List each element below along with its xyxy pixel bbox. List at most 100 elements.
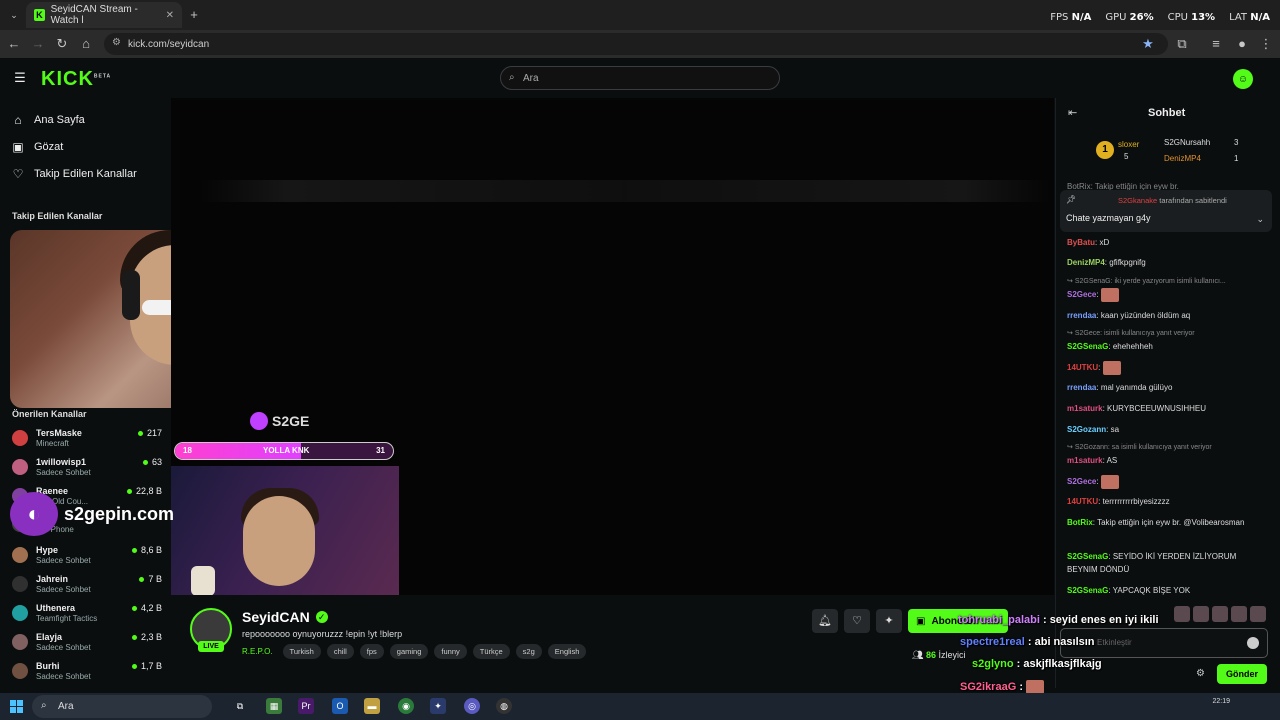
back-icon[interactable]: ← xyxy=(6,36,22,52)
media-icon[interactable]: ≡ xyxy=(1208,36,1224,52)
new-tab-icon[interactable]: + xyxy=(186,7,202,23)
chat-username[interactable]: 14UTKU xyxy=(1067,497,1098,506)
emote-icon[interactable] xyxy=(1250,606,1266,622)
stream-tag[interactable]: funny xyxy=(434,644,467,659)
address-bar[interactable]: ⚙ kick.com/seyidcan xyxy=(104,33,1168,55)
chat-message[interactable]: S2Gece: xyxy=(1067,288,1267,302)
chat-username[interactable]: S2Gece xyxy=(1067,477,1096,486)
explorer-icon[interactable]: ▬ xyxy=(364,698,380,714)
user-avatar[interactable]: ☺ xyxy=(1233,69,1253,89)
pinned-message[interactable]: 📌︎ S2Gkanake tarafından sabitlendi Chate… xyxy=(1060,190,1272,232)
emote-icon[interactable] xyxy=(1231,606,1247,622)
store-icon[interactable]: ▦ xyxy=(266,698,282,714)
forward-icon[interactable]: → xyxy=(30,36,46,52)
stream-tag[interactable]: chill xyxy=(326,644,354,659)
chat-username[interactable]: BotRix xyxy=(1067,518,1093,527)
extensions-icon[interactable]: ⧉ xyxy=(1174,36,1190,52)
profile-icon[interactable]: ● xyxy=(1234,36,1250,52)
chat-message[interactable]: DenizMP4: gfifkpgnifg xyxy=(1067,256,1267,269)
chat-username[interactable]: S2Gozann xyxy=(1067,425,1106,434)
emote-icon[interactable] xyxy=(1174,606,1190,622)
emote-icon[interactable] xyxy=(1193,606,1209,622)
chat-message[interactable]: S2Gozann: sa xyxy=(1067,423,1267,436)
chat-username[interactable]: S2GSenaG xyxy=(1067,342,1108,351)
browser-menu-icon[interactable]: ⋮ xyxy=(1258,36,1274,52)
sidebar-channel[interactable]: Hype Sadece Sohbet 8,6 B xyxy=(12,543,162,569)
chat-message[interactable]: 14UTKU: terrrrrrrrrbiyesizzzz xyxy=(1067,495,1267,508)
tab-menu-icon[interactable]: ⌄ xyxy=(6,7,22,23)
app-icon[interactable]: ✦ xyxy=(430,698,446,714)
chat-message[interactable]: S2GSenaG: ehehehheh xyxy=(1067,340,1267,353)
notification-bell-button[interactable]: 🔔︎ xyxy=(812,609,838,633)
game-link[interactable]: R.E.P.O. xyxy=(242,647,273,656)
chat-username[interactable]: DenizMP4 xyxy=(1067,258,1105,267)
collapse-chat-icon[interactable]: ⇤ xyxy=(1068,106,1077,119)
chevron-down-icon[interactable]: ⌄ xyxy=(1256,214,1264,225)
stream-tag[interactable]: Turkish xyxy=(282,644,321,659)
sidebar-channel[interactable]: Burhi Sadece Sohbet 1,7 B xyxy=(12,659,162,685)
chrome-icon[interactable]: ◉ xyxy=(398,698,414,714)
taskbar-search[interactable]: ⌕ Ara xyxy=(32,695,212,718)
chat-username[interactable]: S2GSenaG xyxy=(1067,586,1108,595)
send-button[interactable]: Gönder xyxy=(1217,664,1267,684)
chat-message[interactable]: ByBatu: xD xyxy=(1067,236,1267,249)
chat-username[interactable]: S2Gece xyxy=(1067,290,1096,299)
chat-message[interactable]: S2GSenaG: YAPCAQK BİŞE YOK xyxy=(1067,584,1267,597)
chat-username[interactable]: S2GSenaG xyxy=(1067,552,1108,561)
chat-message[interactable]: 14UTKU: xyxy=(1067,361,1267,375)
sidebar-channel[interactable]: Elayja Sadece Sohbet 2,3 B xyxy=(12,630,162,656)
stream-tag[interactable]: s2g xyxy=(515,644,542,659)
emote-icon[interactable] xyxy=(1212,606,1228,622)
channel-category: Sadece Sohbet xyxy=(36,585,91,594)
obs-icon[interactable]: ◍ xyxy=(496,698,512,714)
sidebar-item-home[interactable]: ⌂ Ana Sayfa xyxy=(12,113,84,127)
sidebar-channel[interactable]: TersMaske Minecraft 217 xyxy=(12,426,162,452)
hamburger-menu-icon[interactable]: ☰ xyxy=(12,70,28,86)
bookmark-star-icon[interactable]: ★ xyxy=(1140,36,1156,52)
chat-settings-icon[interactable]: ⚙ xyxy=(1196,668,1205,679)
chat-message[interactable]: m1saturk: KURYBCEEUWNUSIHHEU xyxy=(1067,402,1267,415)
close-tab-icon[interactable]: ✕ xyxy=(166,10,174,21)
task-view-icon[interactable]: ⧉ xyxy=(232,698,248,714)
chat-message[interactable]: S2GSenaG: SEYİDO İKİ YERDEN İZLİYORUM BE… xyxy=(1067,550,1267,576)
windows-start-icon[interactable] xyxy=(10,700,23,713)
chat-username[interactable]: m1saturk xyxy=(1067,404,1103,413)
site-info-icon[interactable]: ⚙ xyxy=(112,37,121,48)
chat-message[interactable]: BotRix: Takip ettiğin için eyw br. @Voli… xyxy=(1067,516,1267,529)
sidebar-channel[interactable]: Uthenera Teamfight Tactics 4,2 B xyxy=(12,601,162,627)
leader-top-name[interactable]: sloxer xyxy=(1118,140,1139,149)
chat-message[interactable]: rrendaa: kaan yüzünden öldüm aq xyxy=(1067,309,1267,322)
verified-icon: ✓ xyxy=(315,611,328,623)
chat-username[interactable]: 14UTKU xyxy=(1067,363,1098,372)
browser-tab[interactable]: K SeyidCAN Stream - Watch l ✕ xyxy=(26,2,182,28)
chat-message[interactable]: rrendaa: mal yanımda gülüyo xyxy=(1067,381,1267,394)
discord-icon[interactable]: ◎ xyxy=(464,698,480,714)
streamer-name[interactable]: SeyidCAN ✓ xyxy=(242,609,328,625)
chat-username[interactable]: m1saturk xyxy=(1067,456,1103,465)
leader-second-name[interactable]: S2GNursahh xyxy=(1164,138,1210,147)
chat-username[interactable]: ByBatu xyxy=(1067,238,1095,247)
chat-message[interactable]: S2Gece: xyxy=(1067,475,1267,489)
sidebar-channel[interactable]: Jahrein Sadece Sohbet 7 B xyxy=(12,572,162,598)
chat-username[interactable]: rrendaa xyxy=(1067,311,1096,320)
sidebar-channel[interactable]: 1willowisp1 Sadece Sohbet 63 xyxy=(12,455,162,481)
stream-tag[interactable]: fps xyxy=(359,644,384,659)
kick-logo[interactable]: KICKBETA xyxy=(41,68,111,91)
chat-reply-context: ↪ S2Gece: isimli kullanıcıya yanıt veriy… xyxy=(1067,330,1195,337)
leader-third-name[interactable]: DenizMP4 xyxy=(1164,154,1201,163)
emoji-icon[interactable] xyxy=(1247,637,1259,649)
stream-tag[interactable]: Türkçe xyxy=(472,644,510,659)
chat-username[interactable]: rrendaa xyxy=(1067,383,1096,392)
stream-tag[interactable]: English xyxy=(547,644,587,659)
follow-heart-button[interactable]: ♡ xyxy=(844,609,870,633)
sidebar-item-browse[interactable]: ▣ Gözat xyxy=(12,140,63,154)
outlook-icon[interactable]: O xyxy=(332,698,348,714)
stream-tag[interactable]: gaming xyxy=(389,644,429,659)
home-icon[interactable]: ⌂ xyxy=(78,36,94,52)
premiere-icon[interactable]: Pr xyxy=(298,698,314,714)
search-input[interactable]: ⌕ Ara xyxy=(500,66,780,90)
sparkle-button[interactable]: ✦ xyxy=(876,609,902,633)
sidebar-item-following[interactable]: ♡ Takip Edilen Kanallar xyxy=(12,167,137,181)
chat-message[interactable]: m1saturk: AS xyxy=(1067,454,1267,467)
reload-icon[interactable]: ↻ xyxy=(54,36,70,52)
